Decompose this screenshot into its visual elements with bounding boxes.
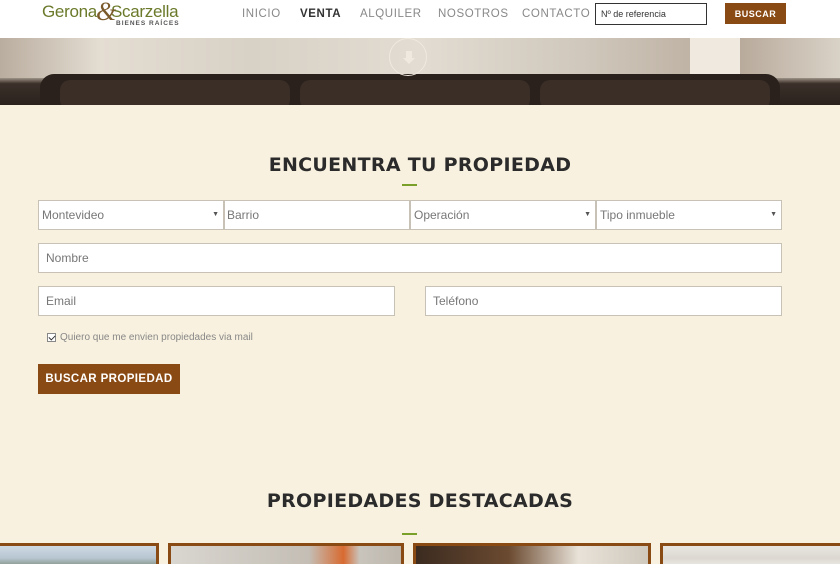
featured-accent-line [402, 533, 417, 535]
search-property-button[interactable]: BUSCAR PROPIEDAD [38, 364, 180, 394]
reference-search-button[interactable]: BUSCAR [725, 3, 786, 24]
property-type-select-value: Tipo inmueble [600, 208, 675, 222]
operation-select[interactable]: Operación ▼ [410, 200, 596, 230]
logo-ampersand: & [96, 0, 117, 26]
nav-item-alquiler[interactable]: ALQUILER [360, 8, 422, 20]
operation-select-value: Operación [414, 208, 470, 222]
sofa-cushion [300, 80, 530, 105]
site-header: Gerona Scarzella & BIENES RAÍCES INICIO … [0, 0, 840, 38]
phone-field[interactable]: Teléfono [425, 286, 782, 316]
logo-tagline: BIENES RAÍCES [116, 20, 180, 27]
featured-section-title: PROPIEDADES DESTACADAS [266, 490, 574, 512]
phone-field-placeholder: Teléfono [433, 294, 479, 308]
arrow-down-icon [403, 51, 415, 64]
newsletter-label: Quiero que me envien propiedades via mai… [60, 332, 253, 343]
nav-item-nosotros[interactable]: NOSOTROS [438, 8, 509, 20]
name-field-placeholder: Nombre [46, 251, 89, 265]
chevron-down-icon: ▼ [770, 211, 777, 218]
hero-window [690, 38, 740, 78]
barrio-input[interactable]: Barrio [224, 200, 410, 230]
featured-property-card[interactable] [660, 543, 840, 564]
featured-property-card[interactable] [168, 543, 404, 564]
search-section-title: ENCUENTRA TU PROPIEDAD [268, 154, 572, 176]
barrio-input-placeholder: Barrio [227, 208, 260, 222]
scroll-down-button[interactable] [389, 38, 427, 76]
brand-logo[interactable]: Gerona Scarzella & BIENES RAÍCES [42, 0, 182, 32]
chevron-down-icon: ▼ [584, 211, 591, 218]
sofa-cushion [60, 80, 290, 105]
property-type-select[interactable]: Tipo inmueble ▼ [596, 200, 782, 230]
email-field[interactable]: Email [38, 286, 395, 316]
nav-item-venta[interactable]: VENTA [300, 8, 341, 20]
logo-name-left: Gerona [42, 2, 97, 21]
name-field[interactable]: Nombre [38, 243, 782, 273]
department-select-value: Montevideo [42, 208, 105, 222]
newsletter-checkbox[interactable] [47, 333, 56, 342]
featured-property-card[interactable] [413, 543, 651, 564]
nav-item-inicio[interactable]: INICIO [242, 8, 281, 20]
sofa-cushion [540, 80, 770, 105]
department-select[interactable]: Montevideo ▼ [38, 200, 224, 230]
nav-item-contacto[interactable]: CONTACTO [522, 8, 590, 20]
email-field-placeholder: Email [46, 294, 77, 308]
chevron-down-icon: ▼ [212, 211, 219, 218]
featured-property-card[interactable] [0, 543, 159, 564]
logo-name-right: Scarzella [111, 2, 179, 21]
reference-search-input[interactable] [595, 3, 707, 25]
title-accent-line [402, 184, 417, 186]
